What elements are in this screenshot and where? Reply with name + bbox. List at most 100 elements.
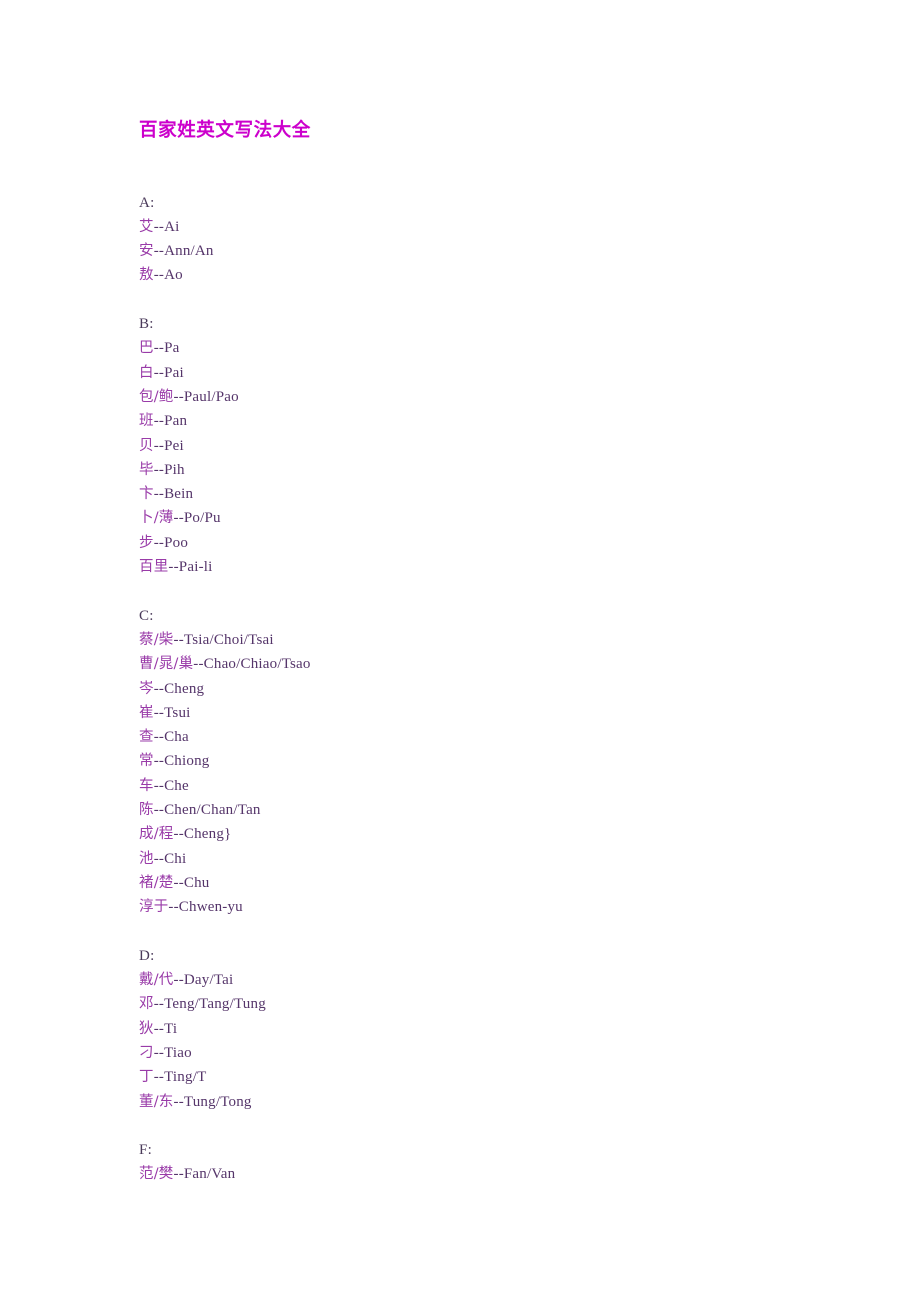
surname-entry: 卜/薄--Po/Pu [139,506,839,530]
surname-hanzi: 卞 [139,486,154,503]
surname-hanzi: 包/鲍 [139,388,174,405]
surname-separator: -- [153,340,165,357]
surname-separator: -- [153,850,165,867]
title-spacer [139,142,839,191]
surname-separator: -- [153,1069,165,1086]
surname-entry: 董/东--Tung/Tong [139,1090,839,1114]
surname-hanzi: 邓 [139,996,154,1013]
surname-hanzi: 常 [139,753,154,770]
surname-hanzi: 敖 [139,267,154,284]
surname-separator: -- [173,1093,184,1110]
surname-separator: -- [168,899,179,916]
surname-separator: -- [153,243,165,260]
surname-romanization: Bein [164,486,194,503]
surname-romanization: Po/Pu [183,510,221,527]
surname-separator: -- [193,656,204,673]
surname-romanization: Ti [164,1020,178,1037]
section-letter-d: D: [139,947,155,964]
surname-entry: 贝--Pei [139,434,839,458]
surname-romanization: Chen/Chan/Tan [164,802,261,819]
surname-separator: -- [173,510,184,527]
surname-romanization: Fan/Van [183,1166,236,1183]
surname-entry: 岑--Cheng [139,677,839,701]
surname-entry: 敖--Ao [139,263,839,287]
surname-romanization: Cha [164,729,189,746]
surname-romanization: Tung/Tong [183,1093,252,1110]
surname-entry: 邓--Teng/Tang/Tung [139,992,839,1016]
surname-romanization: Chiong [164,753,210,770]
surname-romanization: Paul/Pao [183,388,239,405]
surname-romanization: Chwen-yu [178,899,243,916]
surname-separator: -- [153,777,165,794]
surname-romanization: Pai-li [178,559,213,576]
surname-hanzi: 岑 [139,680,154,697]
surname-entry: 淳于--Chwen-yu [139,895,839,919]
surname-hanzi: 刁 [139,1044,154,1061]
surname-separator: -- [173,826,184,843]
surname-separator: -- [153,1020,165,1037]
surname-entry: 包/鲍--Paul/Pao [139,385,839,409]
surname-romanization: Tiao [164,1044,192,1061]
section-letter-b: B: [139,316,154,333]
surname-hanzi: 曹/晁/巢 [139,656,194,673]
section-letter-a: A: [139,194,155,211]
surname-separator: -- [153,753,165,770]
surname-hanzi: 百里 [139,559,169,576]
surname-separator: -- [153,267,165,284]
surname-section: D: 戴/代--Day/Tai 邓--Teng/Tang/Tung 狄--Ti 刁--T… [139,944,839,1114]
surname-hanzi: 贝 [139,437,154,454]
surname-hanzi: 成/程 [139,826,174,843]
surname-hanzi: 查 [139,729,154,746]
section-letter-f: F: [139,1142,153,1159]
surname-entry: 毕--Pih [139,458,839,482]
surname-romanization: Poo [164,534,189,551]
surname-separator: -- [153,218,165,235]
surname-hanzi: 卜/薄 [139,510,174,527]
surname-romanization: Tsui [164,704,191,721]
surname-hanzi: 班 [139,413,154,430]
surname-entry: 褚/楚--Chu [139,871,839,895]
surname-hanzi: 步 [139,534,154,551]
surname-separator: -- [173,631,184,648]
surname-separator: -- [153,437,165,454]
surname-hanzi: 范/樊 [139,1166,174,1183]
surname-entry: 步--Poo [139,531,839,555]
surname-entry: 刁--Tiao [139,1041,839,1065]
surname-hanzi: 池 [139,850,154,867]
surname-hanzi: 淳于 [139,899,169,916]
surname-entry: 曹/晁/巢--Chao/Chiao/Tsao [139,652,839,676]
surname-entry: 常--Chiong [139,749,839,773]
surname-hanzi: 陈 [139,802,154,819]
surname-romanization: Chu [183,874,210,891]
surname-entry: 丁--Ting/T [139,1065,839,1089]
surname-romanization: Ann/An [164,243,214,260]
surname-entry: 蔡/柴--Tsia/Choi/Tsai [139,628,839,652]
surname-entry: 查--Cha [139,725,839,749]
surname-entry: 白--Pai [139,361,839,385]
surname-separator: -- [153,413,165,430]
surname-entry: 车--Che [139,774,839,798]
surname-romanization: Ai [164,218,180,235]
surname-hanzi: 毕 [139,461,154,478]
surname-romanization: Che [164,777,189,794]
surname-hanzi: 褚/楚 [139,874,174,891]
surname-romanization: Chi [164,850,187,867]
surname-entry: 范/樊--Fan/Van [139,1162,839,1186]
surname-entry: 成/程--Cheng} [139,822,839,846]
surname-hanzi: 董/东 [139,1093,174,1110]
surname-separator: -- [173,874,184,891]
surname-entry: 百里--Pai-li [139,555,839,579]
surname-separator: -- [153,364,165,381]
surname-entry: 班--Pan [139,409,839,433]
surname-separator: -- [153,802,165,819]
surname-hanzi: 车 [139,777,154,794]
surname-romanization: Pan [164,413,188,430]
surname-separator: -- [153,704,165,721]
surname-separator: -- [173,388,184,405]
surname-romanization: Pa [164,340,180,357]
surname-section: F: 范/樊--Fan/Van [139,1138,839,1187]
surname-entry: 陈--Chen/Chan/Tan [139,798,839,822]
surname-romanization: Pei [164,437,184,454]
